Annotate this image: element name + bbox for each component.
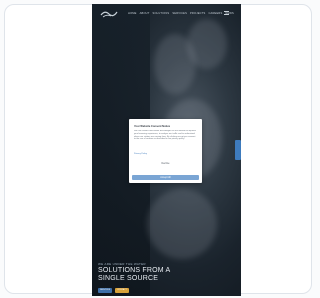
privacy-policy-link[interactable]: Privacy Policy <box>134 153 197 155</box>
cookie-consent-dialog: Your Website Consent Notice We use cooki… <box>129 119 202 183</box>
consent-body: We use cookies and similar technologies … <box>134 130 196 141</box>
contact-button[interactable]: CONTACT <box>115 288 129 293</box>
nav-link-about[interactable]: ABOUT <box>140 12 150 15</box>
nav-link-home[interactable]: HOME <box>128 12 137 15</box>
wave-foam <box>187 19 227 69</box>
nav-link-services[interactable]: SERVICES <box>172 12 187 15</box>
services-button[interactable]: SERVICES <box>98 288 112 293</box>
nav-link-solutions[interactable]: SOLUTIONS <box>153 12 170 15</box>
hero-buttons: SERVICES CONTACT <box>98 288 129 293</box>
hero-eyebrow: WE ARE UNDER THE WATER <box>98 262 146 266</box>
nav-link-projects[interactable]: PROJECTS <box>190 12 205 15</box>
accept-all-button[interactable]: Accept All <box>132 175 199 180</box>
menu-icon[interactable] <box>224 11 229 15</box>
consent-title: Your Website Consent Notice <box>134 125 171 128</box>
wave-foam <box>147 189 217 259</box>
decline-button[interactable]: Decline <box>134 162 197 165</box>
hero-title: SOLUTIONS FROM A SINGLE SOURCE <box>98 267 171 282</box>
site-navigation: HOME ABOUT SOLUTIONS SERVICES PROJECTS C… <box>92 4 241 24</box>
side-feedback-tab[interactable] <box>235 140 241 160</box>
nav-link-careers[interactable]: CAREERS <box>208 12 222 15</box>
company-logo[interactable] <box>100 8 118 18</box>
nav-links: HOME ABOUT SOLUTIONS SERVICES PROJECTS C… <box>128 12 234 15</box>
